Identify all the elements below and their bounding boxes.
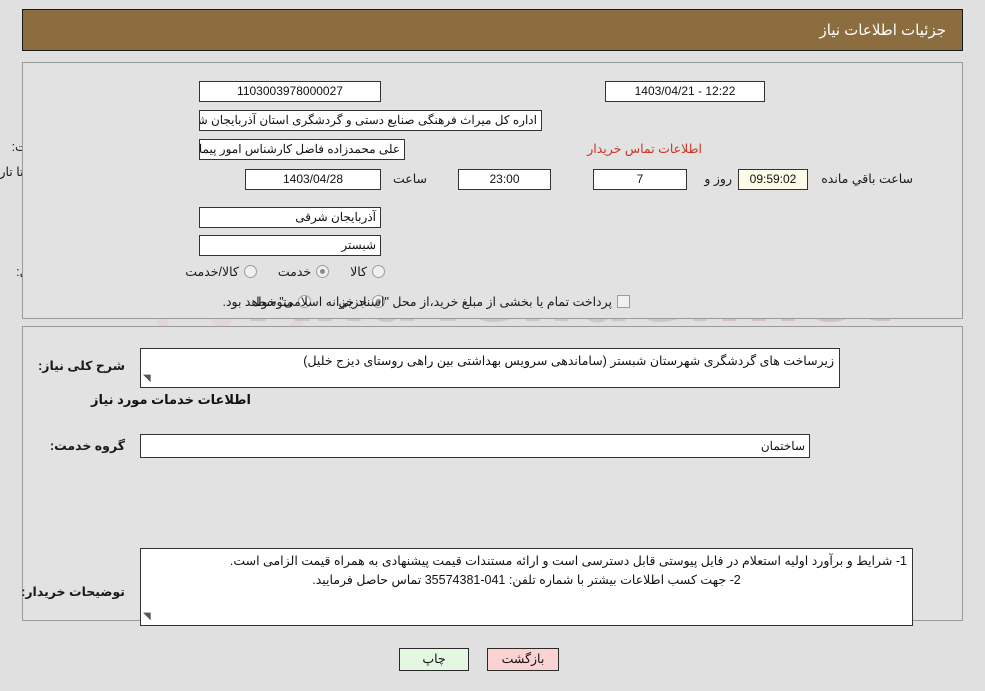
service-group-label-row: گروه خدمت: bbox=[50, 437, 125, 455]
remaining-time-field[interactable]: 09:59:02 bbox=[738, 169, 808, 190]
creator-field[interactable]: علی محمدزاده فاضل کارشناس امور پیمان ادا… bbox=[199, 139, 405, 160]
deadline-hour-field[interactable]: 23:00 bbox=[458, 169, 551, 190]
buyer-notes-textarea[interactable]: 1- شرایط و برآورد اولیه استعلام در فایل … bbox=[140, 548, 913, 626]
services-heading: اطلاعات خدمات مورد نیاز bbox=[90, 392, 251, 407]
page-header-bar: جزئیات اطلاعات نیاز bbox=[22, 9, 963, 51]
buyer-contact-link[interactable]: اطلاعات تماس خریدار bbox=[587, 141, 702, 156]
buyer-org-field[interactable]: اداره کل میراث فرهنگی صنایع دستی و گردشگ… bbox=[199, 110, 542, 131]
category-radio-0[interactable] bbox=[372, 265, 385, 278]
resize-grip-icon: ◥ bbox=[143, 610, 151, 622]
buyer-notes-label: توضیحات خریدار: bbox=[21, 585, 125, 599]
notes-label-row: توضیحات خریدار: bbox=[21, 583, 125, 601]
deadline-date-field[interactable]: 1403/04/28 bbox=[245, 169, 381, 190]
buyer-notes-line-1: 1- شرایط و برآورد اولیه استعلام در فایل … bbox=[229, 554, 907, 568]
treasury-checkbox-label: پرداخت تمام یا بخشی از مبلغ خرید،از محل … bbox=[222, 295, 612, 309]
announce-datetime-field[interactable]: 12:22 - 1403/04/21 bbox=[605, 81, 765, 102]
service-group-field[interactable]: ساختمان bbox=[140, 434, 810, 458]
page-root: AnaTender.net جزئیات اطلاعات نیاز شماره … bbox=[0, 0, 985, 691]
buyer-notes-line-2: 2- جهت کسب اطلاعات بیشتر با شماره تلفن: … bbox=[312, 573, 741, 588]
summary-textarea[interactable]: زیرساخت های گردشگری شهرستان شبستر (سامان… bbox=[140, 348, 840, 388]
service-group-label: گروه خدمت: bbox=[49, 439, 125, 453]
remaining-days-field[interactable]: 7 bbox=[593, 169, 687, 190]
remaining-time-label: ساعت باقي مانده bbox=[821, 172, 913, 186]
print-button[interactable]: چاپ bbox=[399, 648, 469, 671]
deadline-hour-label: ساعت bbox=[392, 172, 427, 186]
summary-label-row: شرح کلی نیاز: bbox=[38, 357, 125, 375]
need-info-panel bbox=[22, 62, 963, 319]
category-radio-0-label: کالا bbox=[350, 265, 367, 279]
province-field[interactable]: آذربایجان شرقی bbox=[199, 207, 381, 228]
summary-text: زیرساخت های گردشگری شهرستان شبستر (سامان… bbox=[303, 354, 834, 368]
category-radio-2-label: کالا/خدمت bbox=[185, 265, 239, 279]
category-radio-1-label: خدمت bbox=[277, 265, 312, 279]
back-button[interactable]: بازگشت bbox=[487, 648, 559, 671]
category-radio-1[interactable] bbox=[316, 265, 330, 278]
need-number-field[interactable]: 1103003978000027 bbox=[199, 81, 381, 102]
treasury-checkbox-group: پرداخت تمام یا بخشی از مبلغ خرید،از محل … bbox=[217, 294, 630, 309]
city-field[interactable]: شبستر bbox=[199, 235, 381, 256]
resize-grip-icon: ◥ bbox=[143, 372, 151, 384]
category-radio-2[interactable] bbox=[243, 265, 257, 278]
page-title: جزئیات اطلاعات نیاز bbox=[819, 22, 947, 39]
remaining-days-label: روز و bbox=[704, 172, 732, 186]
summary-label: شرح کلی نیاز: bbox=[38, 359, 125, 373]
category-radio-group: کالا خدمت کالا/خدمت bbox=[180, 264, 385, 279]
treasury-checkbox[interactable] bbox=[617, 295, 630, 308]
